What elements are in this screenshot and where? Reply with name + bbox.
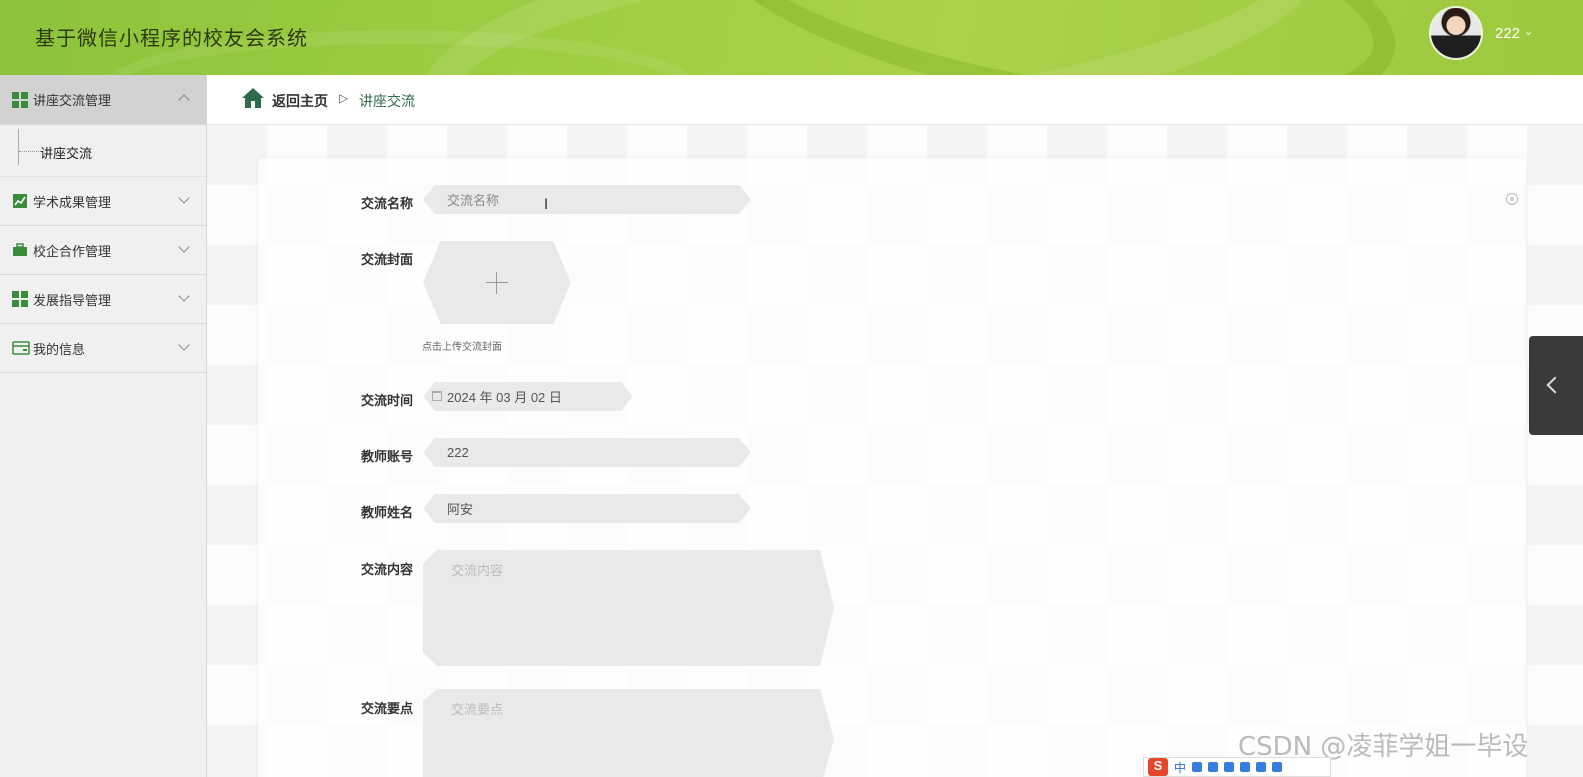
time-label: 交流时间 bbox=[361, 393, 414, 408]
microphone-icon[interactable] bbox=[1208, 762, 1219, 772]
skin-icon[interactable] bbox=[1240, 762, 1251, 772]
text-cursor-icon: I bbox=[544, 197, 549, 213]
user-name[interactable]: 222 bbox=[1495, 25, 1520, 42]
chevron-down-icon bbox=[178, 339, 190, 351]
name-label: 交流名称 bbox=[361, 196, 414, 211]
id-card-icon bbox=[12, 340, 30, 356]
points-label: 交流要点 bbox=[361, 701, 414, 716]
breadcrumb-separator: ▷ bbox=[339, 91, 349, 105]
trend-chart-icon bbox=[12, 193, 28, 209]
sidebar-group-lecture-exchange[interactable]: 讲座交流管理 bbox=[0, 75, 206, 125]
chevron-down-icon bbox=[178, 241, 190, 253]
chevron-down-icon bbox=[178, 192, 190, 204]
calendar-icon bbox=[432, 391, 442, 401]
breadcrumb: 返回主页 ▷ 讲座交流 bbox=[207, 75, 1583, 125]
plus-icon bbox=[496, 272, 497, 294]
breadcrumb-home-link[interactable]: 返回主页 bbox=[272, 91, 328, 111]
sogou-logo-icon: S bbox=[1148, 758, 1168, 776]
grid-icon bbox=[12, 91, 28, 108]
teacher-account-label: 教师账号 bbox=[361, 449, 414, 464]
settings-icon[interactable] bbox=[1272, 762, 1283, 772]
grid-icon bbox=[12, 291, 28, 307]
sidebar-submenu: 讲座交流 bbox=[0, 125, 206, 177]
ime-mode-label[interactable]: 中 bbox=[1174, 759, 1186, 776]
ime-punctuation-icon[interactable] bbox=[1192, 762, 1203, 772]
sidebar: 讲座交流管理 讲座交流 学术成果管理 校企合作管理 发展指导管理 我的信息 bbox=[0, 75, 207, 777]
sidebar-group-label: 我的信息 bbox=[33, 341, 86, 357]
sidebar-group-label: 讲座交流管理 bbox=[33, 93, 112, 108]
home-icon[interactable] bbox=[241, 87, 265, 109]
chevron-up-icon bbox=[178, 94, 190, 106]
top-header: 基于微信小程序的校友会系统 222 ⌄ bbox=[0, 0, 1583, 75]
cover-label: 交流封面 bbox=[361, 252, 414, 267]
user-avatar[interactable] bbox=[1429, 6, 1483, 60]
sidebar-group-development-guidance[interactable]: 发展指导管理 bbox=[0, 275, 206, 324]
sidebar-group-label: 校企合作管理 bbox=[33, 243, 112, 259]
teacher-account-input[interactable]: 222 bbox=[423, 438, 751, 467]
teacher-name-input[interactable]: 阿安 bbox=[423, 494, 751, 523]
teacher-name-label: 教师姓名 bbox=[361, 505, 414, 520]
breadcrumb-current: 讲座交流 bbox=[359, 93, 415, 109]
content-label: 交流内容 bbox=[361, 562, 414, 577]
chevron-down-icon[interactable]: ⌄ bbox=[1524, 25, 1533, 38]
clear-icon[interactable] bbox=[1506, 193, 1518, 205]
briefcase-icon bbox=[12, 242, 28, 258]
sidebar-group-label: 发展指导管理 bbox=[33, 292, 112, 308]
keyboard-icon[interactable] bbox=[1224, 762, 1235, 772]
app-title: 基于微信小程序的校友会系统 bbox=[35, 28, 308, 50]
sidebar-group-my-info[interactable]: 我的信息 bbox=[0, 324, 206, 373]
sidebar-group-academic-results[interactable]: 学术成果管理 bbox=[0, 177, 206, 226]
cover-upload-hint: 点击上传交流封面 bbox=[422, 342, 502, 353]
ime-toolbar[interactable]: S 中 bbox=[1143, 757, 1331, 777]
toolbox-icon[interactable] bbox=[1256, 762, 1267, 772]
name-input[interactable]: 交流名称 bbox=[423, 185, 751, 214]
time-date-picker[interactable]: 2024 年 03 月 02 日 bbox=[423, 382, 633, 411]
plus-icon bbox=[486, 282, 508, 283]
sidebar-group-school-enterprise[interactable]: 校企合作管理 bbox=[0, 226, 206, 275]
points-textarea[interactable]: 交流要点 bbox=[423, 689, 834, 777]
sidebar-item-lecture-exchange[interactable]: 讲座交流 bbox=[40, 143, 92, 162]
content-textarea[interactable]: 交流内容 bbox=[423, 550, 834, 666]
chevron-down-icon bbox=[178, 290, 190, 302]
sidebar-group-label: 学术成果管理 bbox=[33, 194, 112, 210]
